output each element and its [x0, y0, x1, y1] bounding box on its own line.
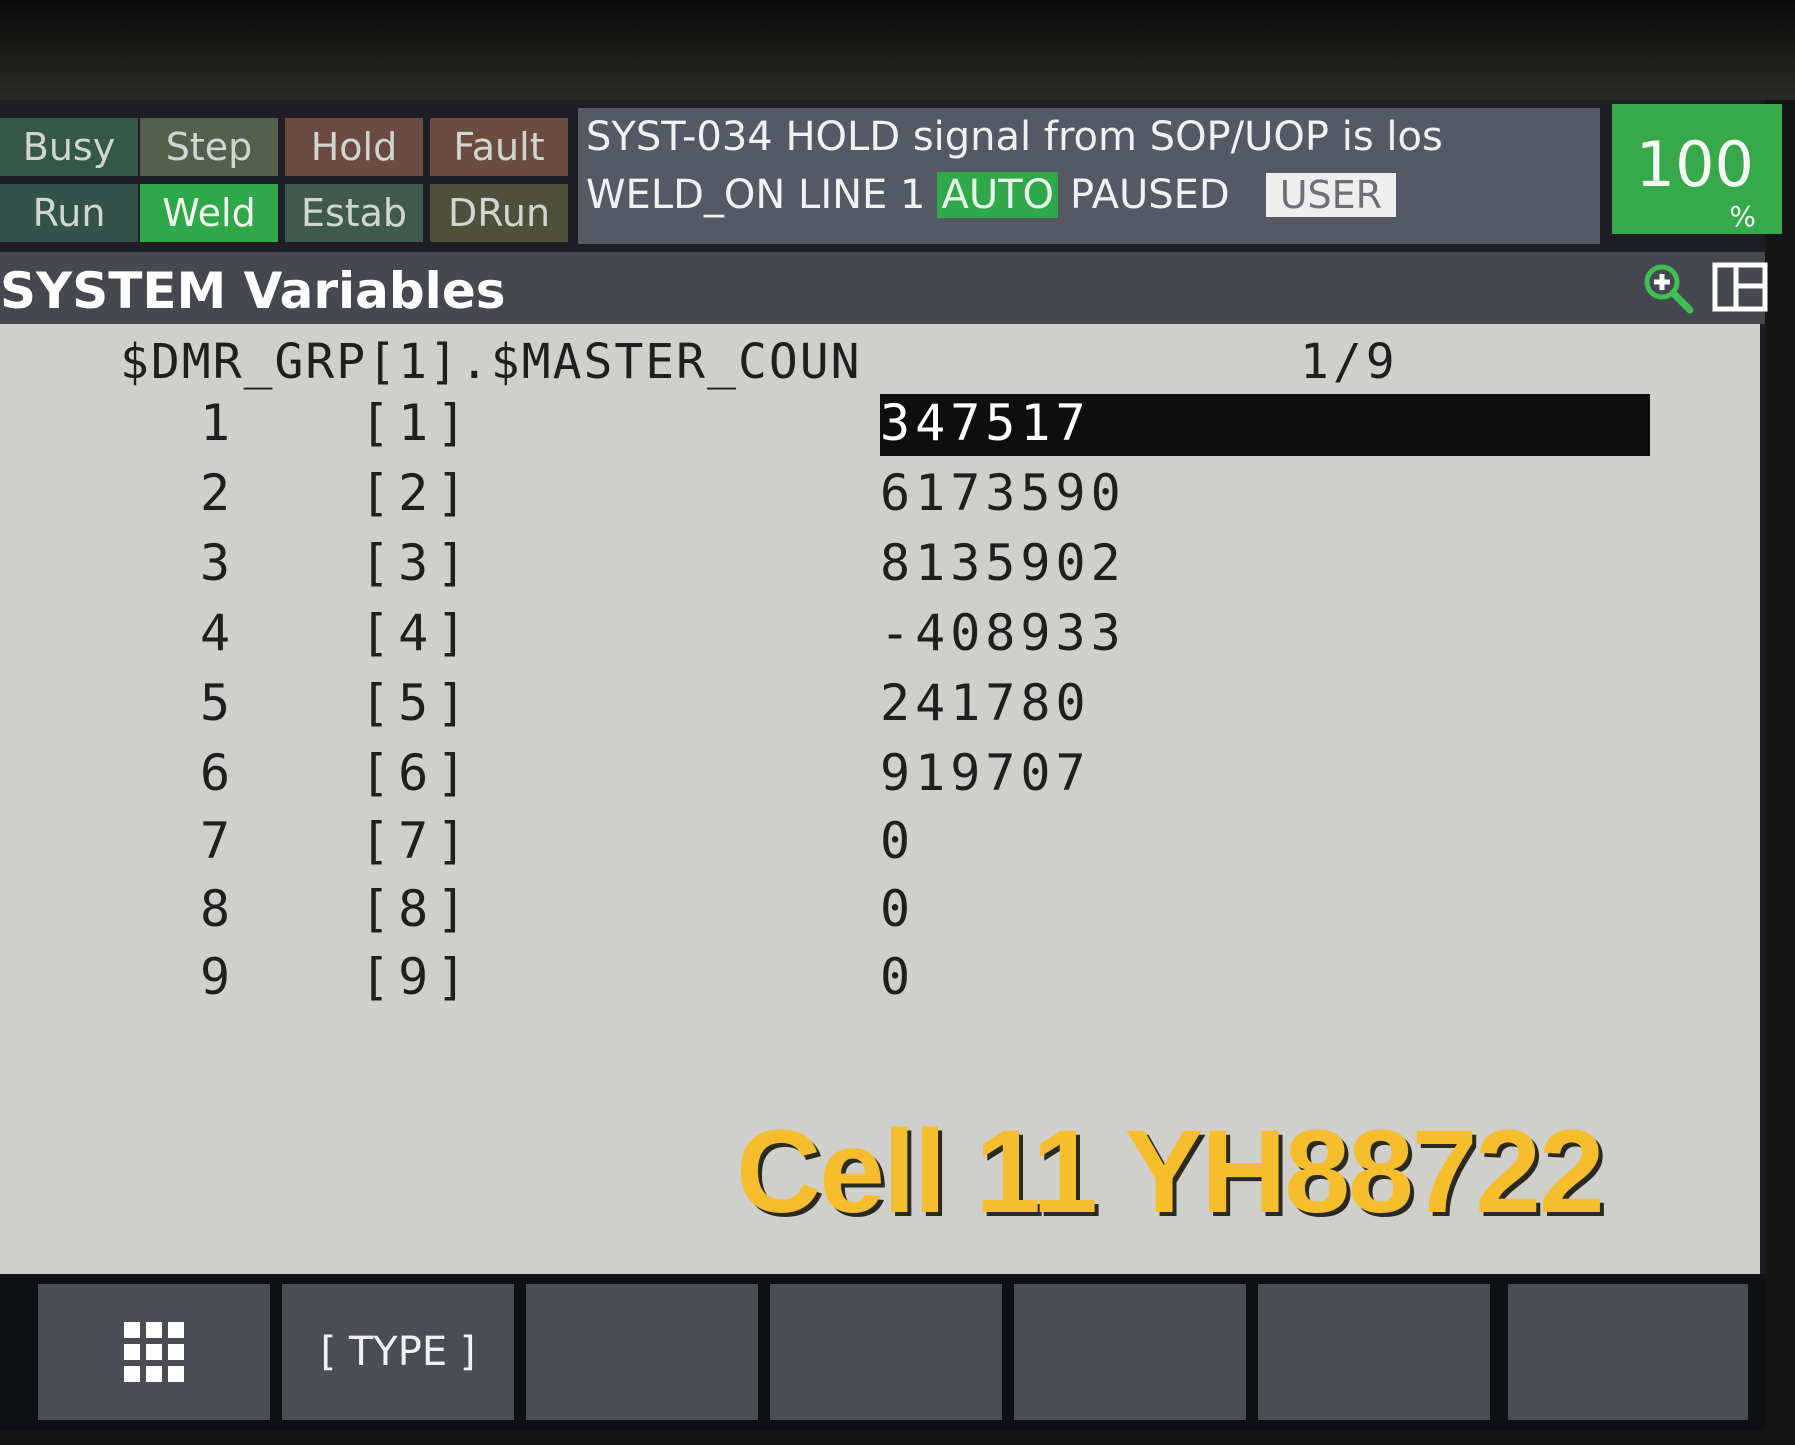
row-value[interactable]: 0	[880, 880, 915, 938]
bezel-top	[0, 0, 1795, 100]
function-key-f4[interactable]	[1014, 1284, 1246, 1420]
run-state: PAUSED	[1070, 172, 1230, 218]
status-step: Step	[140, 118, 278, 176]
list-item[interactable]: 7 [7] 0	[0, 812, 1760, 874]
type-button[interactable]: [ TYPE ]	[282, 1284, 514, 1420]
row-index: 3	[200, 534, 233, 592]
page-title: SYSTEM Variables	[0, 262, 506, 320]
row-index: 8	[200, 880, 233, 938]
list-item[interactable]: 8 [8] 0	[0, 880, 1760, 942]
row-value[interactable]: 0	[880, 812, 915, 870]
row-label: [9]	[360, 948, 475, 1006]
menu-button[interactable]	[38, 1284, 270, 1420]
function-key-f3[interactable]	[770, 1284, 1002, 1420]
row-label: [5]	[360, 674, 475, 732]
override-unit: %	[1729, 200, 1756, 233]
status-fault: Fault	[430, 118, 568, 176]
status-drun: DRun	[430, 184, 568, 242]
row-index: 6	[200, 744, 233, 802]
list-item[interactable]: 9 [9] 0	[0, 948, 1760, 1010]
row-label: [4]	[360, 604, 475, 662]
row-value[interactable]: 347517	[880, 394, 1650, 456]
list-item[interactable]: 4 [4] -408933	[0, 604, 1760, 666]
user-badge: USER	[1265, 173, 1397, 217]
override-value: 100	[1635, 128, 1754, 201]
program-status-line: WELD_ON LINE 1 AUTO PAUSED USER	[586, 172, 1397, 218]
list-item[interactable]: 6 [6] 919707	[0, 744, 1760, 806]
split-layout-icon[interactable]	[1712, 262, 1768, 312]
variable-list: $DMR_GRP[1].$MASTER_COUN 1/9 1 [1] 34751…	[0, 324, 1760, 1274]
row-index: 2	[200, 464, 233, 522]
alarm-message-panel[interactable]: SYST-034 HOLD signal from SOP/UOP is los…	[578, 108, 1600, 244]
row-label: [1]	[360, 394, 475, 452]
status-indicators: Busy Step Hold Fault Run Weld Estab DRun	[0, 118, 570, 246]
row-label: [3]	[360, 534, 475, 592]
row-index: 5	[200, 674, 233, 732]
program-name: WELD_ON LINE 1	[586, 172, 926, 218]
row-value[interactable]: 919707	[880, 744, 1091, 802]
mode-badge: AUTO	[937, 172, 1059, 218]
row-value[interactable]: -408933	[880, 604, 1126, 662]
row-label: [2]	[360, 464, 475, 522]
row-index: 4	[200, 604, 233, 662]
row-index: 7	[200, 812, 233, 870]
row-value[interactable]: 8135902	[880, 534, 1126, 592]
function-key-f2[interactable]	[526, 1284, 758, 1420]
row-value[interactable]: 0	[880, 948, 915, 1006]
grid-menu-icon	[124, 1322, 184, 1382]
list-item[interactable]: 3 [3] 8135902	[0, 534, 1760, 596]
variable-name: $DMR_GRP[1].$MASTER_COUN	[120, 334, 862, 390]
function-key-bar: [ TYPE ]	[0, 1274, 1765, 1430]
status-estab: Estab	[285, 184, 423, 242]
status-weld: Weld	[140, 184, 278, 242]
row-label: [6]	[360, 744, 475, 802]
function-key-next[interactable]	[1508, 1284, 1748, 1420]
title-bar: SYSTEM Variables	[0, 252, 1768, 324]
function-key-f5[interactable]	[1258, 1284, 1490, 1420]
list-item[interactable]: 1 [1] 347517	[0, 394, 1760, 456]
row-value[interactable]: 6173590	[880, 464, 1126, 522]
row-label: [7]	[360, 812, 475, 870]
list-item[interactable]: 5 [5] 241780	[0, 674, 1760, 736]
row-index: 9	[200, 948, 233, 1006]
status-run: Run	[0, 184, 138, 242]
page-indicator: 1/9	[1300, 334, 1399, 390]
cell-watermark: Cell 11 YH88722	[736, 1106, 1605, 1238]
status-hold: Hold	[285, 118, 423, 176]
zoom-in-icon[interactable]	[1640, 260, 1696, 316]
status-busy: Busy	[0, 118, 138, 176]
alarm-text: SYST-034 HOLD signal from SOP/UOP is los	[586, 114, 1443, 160]
list-item[interactable]: 2 [2] 6173590	[0, 464, 1760, 526]
row-value[interactable]: 241780	[880, 674, 1091, 732]
row-label: [8]	[360, 880, 475, 938]
row-index: 1	[200, 394, 233, 452]
speed-override[interactable]: 100 %	[1612, 104, 1782, 234]
